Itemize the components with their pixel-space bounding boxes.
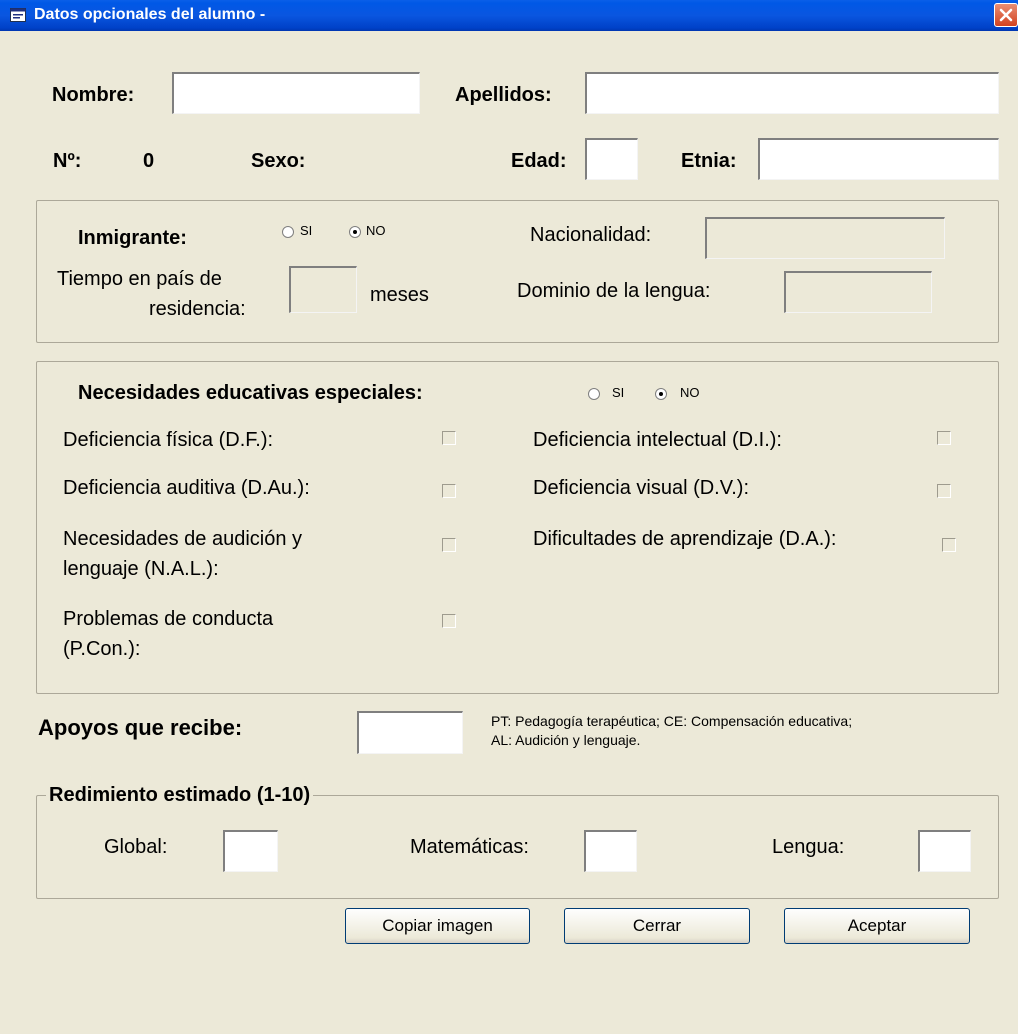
nacionalidad-input[interactable]: [705, 217, 945, 259]
edad-input[interactable]: [585, 138, 638, 180]
etnia-input[interactable]: [758, 138, 999, 180]
inmigrante-si-label[interactable]: SI: [300, 223, 312, 238]
meses-label: meses: [370, 284, 429, 306]
apoyos-label: Apoyos que recibe:: [38, 715, 243, 740]
sexo-label: Sexo:: [251, 150, 306, 172]
inmigrante-si-radio[interactable]: [282, 226, 294, 238]
dialog-window: Datos opcionales del alumno - Nombre: Ap…: [0, 0, 1018, 1034]
etnia-label: Etnia:: [681, 150, 737, 172]
tiempo-label-2: residencia:: [149, 298, 246, 320]
nombre-input[interactable]: [172, 72, 420, 114]
nee-item-dv-label: Deficiencia visual (D.V.):: [533, 477, 750, 499]
copiar-imagen-button[interactable]: Copiar imagen: [345, 908, 530, 944]
nee-item-dau-checkbox[interactable]: [442, 484, 456, 498]
matematicas-label: Matemáticas:: [410, 836, 529, 858]
close-window-button[interactable]: [994, 3, 1018, 27]
apoyos-input[interactable]: [357, 711, 463, 754]
nacionalidad-label: Nacionalidad:: [530, 224, 652, 246]
apoyos-hint-line-2: AL: Audición y lenguaje.: [491, 732, 641, 748]
global-label: Global:: [104, 836, 168, 858]
tiempo-residencia-input[interactable]: [289, 266, 357, 313]
nee-item-di-checkbox[interactable]: [937, 431, 951, 445]
edad-label: Edad:: [511, 150, 567, 172]
nombre-label: Nombre:: [52, 84, 135, 106]
nee-no-radio[interactable]: [655, 388, 667, 400]
matematicas-input[interactable]: [584, 830, 637, 872]
nee-item-di-label: Deficiencia intelectual (D.I.):: [533, 429, 782, 451]
apoyos-hint-line-1: PT: Pedagogía terapéutica; CE: Compensac…: [491, 713, 853, 729]
inmigrante-label: Inmigrante:: [78, 227, 187, 249]
tiempo-label-1: Tiempo en país de: [57, 268, 222, 290]
nee-item-df-label: Deficiencia física (D.F.):: [63, 429, 274, 451]
title-bar[interactable]: Datos opcionales del alumno -: [0, 0, 1018, 31]
nee-item-dau-label: Deficiencia auditiva (D.Au.):: [63, 477, 310, 499]
apellidos-label: Apellidos:: [455, 84, 552, 106]
numero-value: 0: [143, 150, 155, 172]
nee-item-nal-checkbox[interactable]: [442, 538, 456, 552]
dominio-lengua-label: Dominio de la lengua:: [517, 280, 711, 302]
lengua-input[interactable]: [918, 830, 971, 872]
close-icon: [999, 8, 1013, 22]
nee-item-pcon-label-1: Problemas de conducta: [63, 608, 274, 630]
nee-si-label[interactable]: SI: [612, 385, 624, 400]
nee-item-da-label: Dificultades de aprendizaje (D.A.):: [533, 528, 837, 550]
apellidos-input[interactable]: [585, 72, 999, 114]
aceptar-button[interactable]: Aceptar: [784, 908, 970, 944]
nee-item-pcon-label-2: (P.Con.):: [63, 638, 141, 660]
numero-label: Nº:: [53, 150, 82, 172]
inmigrante-no-radio[interactable]: [349, 226, 361, 238]
nee-no-label[interactable]: NO: [680, 385, 700, 400]
nee-item-nal-label-1: Necesidades de audición y: [63, 528, 303, 550]
nee-item-da-checkbox[interactable]: [942, 538, 956, 552]
form-icon: [10, 8, 26, 22]
nee-item-dv-checkbox[interactable]: [937, 484, 951, 498]
inmigrante-no-label[interactable]: NO: [366, 223, 386, 238]
nee-si-radio[interactable]: [588, 388, 600, 400]
nee-label: Necesidades educativas especiales:: [78, 382, 423, 404]
nee-item-pcon-checkbox[interactable]: [442, 614, 456, 628]
cerrar-button[interactable]: Cerrar: [564, 908, 750, 944]
dominio-lengua-input[interactable]: [784, 271, 932, 313]
global-input[interactable]: [223, 830, 278, 872]
lengua-label: Lengua:: [772, 836, 845, 858]
rendimiento-legend: Redimiento estimado (1-10): [46, 784, 314, 807]
window-title: Datos opcionales del alumno -: [34, 6, 266, 23]
nee-item-df-checkbox[interactable]: [442, 431, 456, 445]
nee-item-nal-label-2: lenguaje (N.A.L.):: [63, 558, 219, 580]
